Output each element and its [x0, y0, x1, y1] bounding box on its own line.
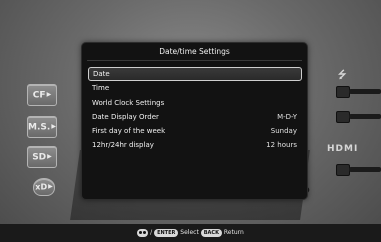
usb-plug-1	[336, 86, 350, 98]
menu-item-label: Time	[92, 84, 110, 93]
date-time-settings-dialog: Date/time Settings Date Time World Clock…	[81, 42, 308, 200]
hdmi-label: HDMI	[327, 144, 359, 154]
back-key-icon: BACK	[200, 228, 222, 237]
usb-cable-2	[349, 114, 381, 119]
arrow-right-icon: ▶	[51, 123, 56, 130]
menu-item-value: Sunday	[270, 127, 297, 136]
settings-menu: Date Time World Clock Settings Date Disp…	[88, 67, 302, 153]
dpad-icon	[137, 228, 149, 237]
menu-item-value: M-D-Y	[277, 112, 297, 121]
select-hint: Select	[180, 229, 199, 236]
slot-xd-label: xD	[35, 182, 48, 192]
bottom-hint-bar: / ENTER Select BACK Return	[0, 224, 381, 242]
dialog-divider	[87, 60, 302, 61]
menu-item-value: 12 hours	[266, 141, 297, 150]
menu-item-first-day[interactable]: First day of the week Sunday	[88, 124, 302, 138]
menu-item-date[interactable]: Date	[88, 67, 302, 82]
slot-cf-label: CF	[32, 90, 46, 101]
menu-item-label: World Clock Settings	[92, 98, 165, 107]
hdmi-cable	[349, 167, 381, 172]
menu-item-label: Date	[93, 70, 110, 78]
menu-item-label: Date Display Order	[92, 112, 159, 121]
hints: / ENTER Select BACK Return	[0, 224, 381, 242]
enter-key-icon: ENTER	[154, 228, 179, 237]
menu-item-label: 12hr/24hr display	[92, 141, 154, 150]
arrow-right-icon: ▶	[47, 153, 52, 160]
menu-item-12-24hr[interactable]: 12hr/24hr display 12 hours	[88, 138, 302, 152]
slash-separator: /	[150, 229, 153, 236]
arrow-right-icon: ▶	[46, 91, 52, 98]
usb-plug-2	[336, 111, 350, 123]
arrow-right-icon: ▶	[48, 183, 53, 190]
return-hint: Return	[223, 229, 244, 236]
slot-ms-label: M.S.	[28, 122, 51, 133]
usb-cable-1	[349, 89, 381, 94]
slot-cf: CF▶	[27, 84, 57, 106]
dialog-title: Date/time Settings	[159, 47, 230, 56]
hdmi-plug	[336, 164, 350, 176]
slot-xd: xD▶	[33, 178, 55, 196]
menu-item-world-clock[interactable]: World Clock Settings	[88, 96, 302, 110]
slot-sd: SD▶	[27, 146, 57, 168]
slot-sd-label: SD	[32, 152, 47, 163]
slot-ms: M.S.▶	[27, 116, 57, 138]
menu-item-label: First day of the week	[92, 127, 166, 136]
menu-item-date-display-order[interactable]: Date Display Order M-D-Y	[88, 110, 302, 124]
menu-item-time[interactable]: Time	[88, 81, 302, 95]
usb-icon: ⭍	[338, 70, 348, 81]
